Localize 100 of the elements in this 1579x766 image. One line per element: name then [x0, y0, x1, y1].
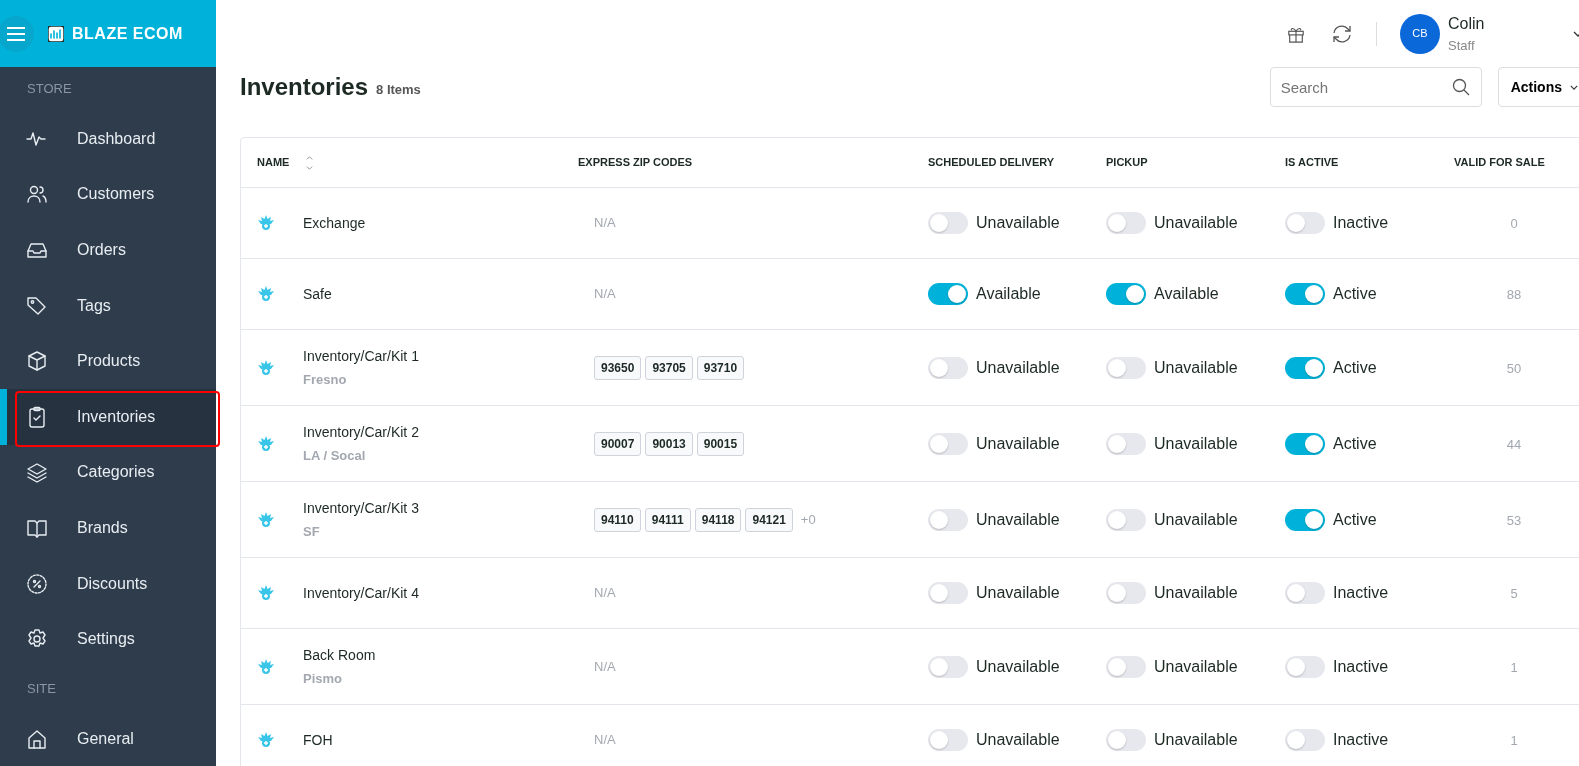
toggle-switch[interactable] — [1106, 655, 1146, 678]
menu-button[interactable] — [0, 15, 34, 52]
valid-count: 50 — [1506, 360, 1522, 376]
zip-codes-value: N/A — [594, 584, 616, 603]
sidebar-item[interactable]: Discounts — [0, 555, 216, 612]
column-header: EXPRESS ZIP CODES — [578, 155, 693, 171]
toggle-switch[interactable] — [928, 508, 968, 531]
toggle-switch[interactable] — [1285, 655, 1325, 678]
users-icon — [26, 183, 48, 206]
zip-codes-value: N/A — [594, 657, 616, 676]
page-title: Inventories — [240, 72, 369, 102]
toggle-label: Unavailable — [1154, 509, 1238, 530]
section-title: SITE — [26, 679, 57, 698]
more-count: +0 — [800, 510, 816, 529]
toggle-switch[interactable] — [1106, 212, 1146, 234]
zip-code-tag: 93650 — [594, 355, 642, 380]
actions-button[interactable]: Actions — [1497, 67, 1579, 107]
toggle-switch[interactable] — [1106, 432, 1146, 455]
valid-count: 53 — [1506, 512, 1522, 528]
column-header: PICKUP — [1106, 155, 1148, 171]
toggle-switch[interactable] — [1285, 508, 1325, 531]
toggle-label: Active — [1333, 357, 1377, 378]
toggle-switch[interactable] — [1106, 356, 1146, 379]
toggle-label: Available — [976, 284, 1041, 304]
item-count: 8 Items — [376, 81, 421, 100]
valid-count: 5 — [1510, 586, 1518, 601]
toggle-switch[interactable] — [928, 212, 968, 234]
valid-count: 44 — [1506, 436, 1522, 452]
inventory-location: LA / Socal — [303, 446, 367, 465]
search-icon — [1451, 78, 1470, 96]
toggle-label: Active — [1333, 284, 1377, 304]
zip-codes-value: N/A — [594, 214, 616, 233]
user-role: Staff — [1448, 36, 1476, 55]
sidebar-item[interactable]: Dashboard — [0, 111, 216, 167]
box-icon — [26, 350, 48, 373]
zip-codes-value: N/A — [594, 731, 616, 750]
toggle-switch[interactable] — [1106, 582, 1146, 604]
user-avatar[interactable]: CB — [1400, 13, 1440, 54]
toggle-label: Unavailable — [976, 357, 1060, 378]
toggle-switch[interactable] — [928, 283, 968, 305]
inventory-name: Inventory/Car/Kit 1 — [303, 346, 419, 366]
sidebar-item[interactable]: Products — [0, 333, 216, 389]
column-header: SCHEDULED DELIVERY — [928, 155, 1055, 171]
cannabis-cross-icon — [257, 510, 275, 529]
toggle-switch[interactable] — [1285, 432, 1325, 455]
toggle-label: Unavailable — [976, 730, 1060, 750]
inventory-name: Inventory/Car/Kit 2 — [303, 422, 419, 442]
cannabis-cross-icon — [257, 657, 275, 676]
sidebar-item[interactable]: Categories — [0, 444, 216, 501]
inventory-name: Inventory/Car/Kit 3 — [303, 498, 419, 518]
toggle-switch[interactable] — [1106, 508, 1146, 531]
sidebar-item[interactable]: Tags — [0, 277, 216, 334]
valid-count: 1 — [1510, 659, 1518, 675]
toggle-switch[interactable] — [928, 432, 968, 455]
inventory-location: Fresno — [303, 370, 348, 389]
valid-count: 0 — [1510, 216, 1518, 231]
toggle-switch[interactable] — [928, 655, 968, 678]
zip-code-tag: 94118 — [694, 507, 742, 532]
inventory-name: FOH — [303, 730, 333, 750]
zip-code-tag: 94121 — [745, 507, 793, 532]
toggle-switch[interactable] — [928, 582, 968, 604]
toggle-label: Unavailable — [976, 213, 1060, 233]
cannabis-cross-icon — [257, 434, 275, 453]
cannabis-cross-icon — [257, 285, 275, 303]
toggle-switch[interactable] — [1106, 729, 1146, 751]
zip-code-tag: 93710 — [696, 355, 745, 380]
toggle-switch[interactable] — [1285, 729, 1325, 751]
zip-code-tag: 90015 — [696, 431, 745, 456]
toggle-switch[interactable] — [1285, 582, 1325, 604]
toggle-switch[interactable] — [1285, 283, 1325, 305]
toggle-switch[interactable] — [1106, 283, 1146, 305]
toggle-switch[interactable] — [928, 729, 968, 751]
cannabis-cross-icon — [257, 214, 275, 232]
toggle-label: Unavailable — [1154, 357, 1238, 378]
zip-code-tag: 90007 — [594, 431, 642, 456]
toggle-label: Unavailable — [1154, 213, 1238, 233]
caret-icon — [1573, 30, 1579, 37]
caret-icon — [1570, 84, 1578, 90]
tag-icon — [26, 294, 48, 317]
inventory-name: Safe — [303, 284, 332, 304]
toggle-label: Unavailable — [976, 583, 1060, 603]
toggle-switch[interactable] — [928, 356, 968, 379]
valid-count: 88 — [1506, 287, 1522, 302]
toggle-label: Active — [1333, 509, 1377, 530]
toggle-label: Inactive — [1333, 213, 1389, 233]
menu-icon — [6, 25, 26, 42]
sidebar-item[interactable]: Brands — [0, 500, 216, 556]
sidebar-item[interactable]: Orders — [0, 222, 216, 278]
toggle-switch[interactable] — [1285, 356, 1325, 379]
sidebar-item[interactable]: Customers — [0, 166, 216, 223]
sidebar-item[interactable]: General — [0, 710, 216, 766]
column-header: NAME — [257, 155, 290, 171]
sort-icon — [305, 154, 315, 171]
toggle-switch[interactable] — [1285, 212, 1325, 234]
inventory-name: Back Room — [303, 645, 376, 665]
zip-code-tag: 90013 — [645, 431, 693, 456]
clipboard-icon — [26, 405, 48, 428]
sidebar-item[interactable]: Settings — [0, 611, 216, 667]
zip-code-tag: 94110 — [594, 507, 641, 532]
search-field[interactable]: Search — [1269, 67, 1482, 107]
